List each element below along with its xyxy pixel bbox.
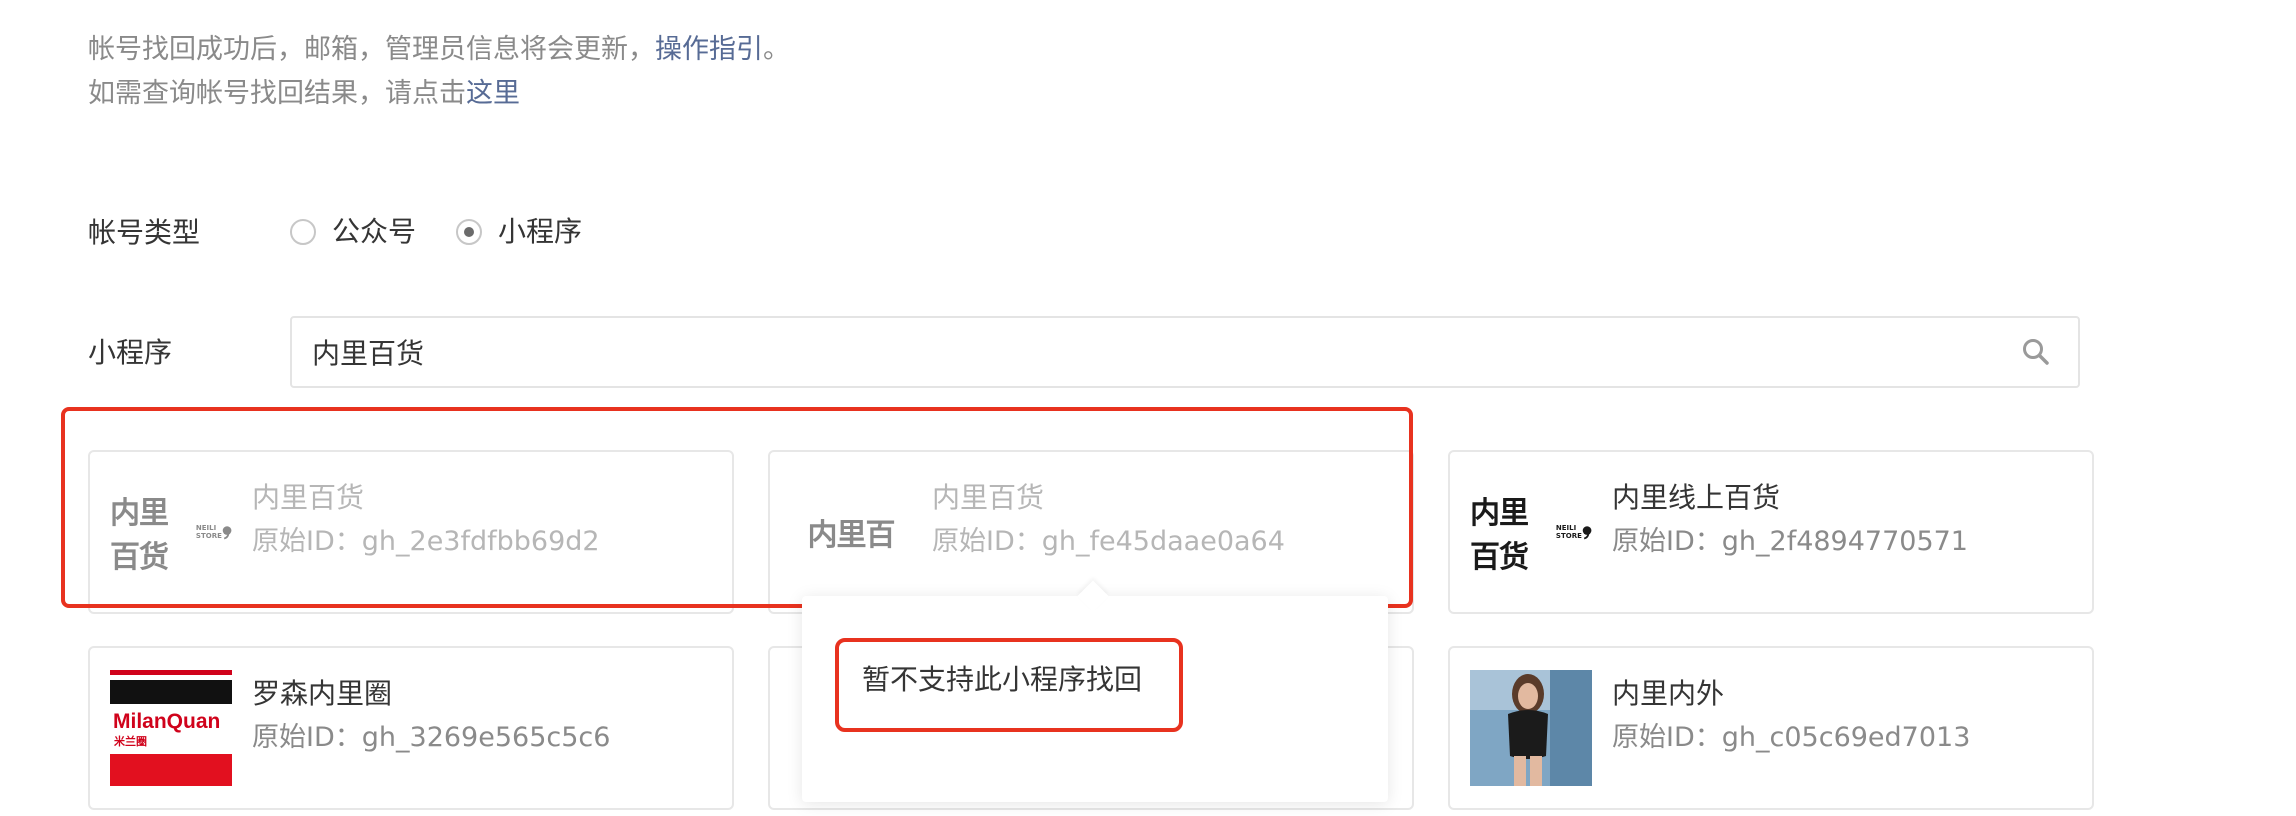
notice-line-2: 如需查询帐号找回结果，请点击这里	[88, 76, 520, 112]
result-id-value: gh_2e3fdfbb69d2	[361, 526, 600, 557]
logo-subtext: 米兰圈	[113, 734, 147, 748]
result-original-id: 原始ID：gh_2f4894770571	[1612, 524, 1968, 560]
radio-label-official-account: 公众号	[332, 215, 417, 248]
result-id-label: 原始ID：	[252, 526, 362, 557]
result-name: 内里百货	[252, 481, 365, 514]
miniprogram-search-input[interactable]	[292, 318, 2008, 386]
notice-line-1: 帐号找回成功后，邮箱，管理员信息将会更新，操作指引。	[88, 32, 790, 68]
result-card[interactable]: MilanQuan 米兰圈 罗森内里圈 原始ID：gh_3269e565c5c6	[88, 646, 734, 810]
unsupported-tooltip	[802, 596, 1388, 802]
logo-text: 内里百货	[1470, 496, 1529, 575]
radio-miniprogram[interactable]: 小程序	[456, 212, 582, 252]
radio-label-miniprogram: 小程序	[498, 215, 583, 248]
result-name: 内里内外	[1612, 677, 1725, 710]
neili-logo: 内里百	[790, 474, 912, 590]
milanquan-logo: MilanQuan 米兰圈	[110, 670, 232, 786]
miniprogram-search-box	[290, 316, 2080, 388]
notice-end: 。	[763, 34, 790, 65]
search-icon[interactable]	[2008, 324, 2064, 380]
query-result-link[interactable]: 这里	[466, 78, 520, 109]
comma-icon	[1582, 526, 1592, 540]
result-id-label: 原始ID：	[932, 526, 1042, 557]
comma-icon	[222, 526, 232, 540]
result-id-value: gh_fe45daae0a64	[1041, 526, 1285, 557]
result-card[interactable]: 内里内外 原始ID：gh_c05c69ed7013	[1448, 646, 2094, 810]
result-id-label: 原始ID：	[1612, 722, 1722, 753]
account-type-label: 帐号类型	[88, 216, 201, 249]
result-id-label: 原始ID：	[1612, 526, 1722, 557]
result-name: 内里线上百货	[1612, 481, 1781, 514]
tooltip-text: 暂不支持此小程序找回	[862, 663, 1143, 696]
result-original-id: 原始ID：gh_3269e565c5c6	[252, 720, 610, 756]
neili-store-logo: 内里百货 NEILI STORE	[1470, 474, 1592, 590]
guide-link[interactable]: 操作指引	[655, 34, 763, 65]
result-card[interactable]: 内里百货 NEILI STORE 内里线上百货 原始ID：gh_2f48947705…	[1448, 450, 2094, 614]
result-original-id: 原始ID：gh_fe45daae0a64	[932, 524, 1285, 560]
result-id-label: 原始ID：	[252, 722, 362, 753]
notice-text-2: 如需查询帐号找回结果，请点击	[88, 78, 466, 109]
model-photo	[1470, 670, 1592, 786]
result-name: 罗森内里圈	[252, 677, 393, 710]
miniprogram-label: 小程序	[88, 336, 173, 369]
logo-text: MilanQuan	[113, 710, 220, 733]
logo-text: 内里百	[807, 518, 896, 553]
radio-circle-unchecked[interactable]	[290, 219, 316, 245]
notice-text-1: 帐号找回成功后，邮箱，管理员信息将会更新，	[88, 34, 655, 65]
radio-circle-checked[interactable]	[456, 219, 483, 245]
result-id-value: gh_3269e565c5c6	[361, 722, 611, 753]
result-id-value: gh_c05c69ed7013	[1721, 722, 1971, 753]
result-name: 内里百货	[932, 481, 1045, 514]
result-original-id: 原始ID：gh_2e3fdfbb69d2	[252, 524, 600, 560]
result-original-id: 原始ID：gh_c05c69ed7013	[1612, 720, 1970, 756]
account-type-radio-group: 公众号 小程序	[290, 212, 622, 252]
radio-official-account[interactable]: 公众号	[290, 212, 416, 252]
result-card[interactable]: 内里百货 NEILI STORE 内里百货 原始ID：gh_2e3fdfbb69d2	[88, 450, 734, 614]
result-id-value: gh_2f4894770571	[1721, 526, 1968, 557]
logo-text: 内里百货	[110, 496, 169, 575]
recovery-page: 帐号找回成功后，邮箱，管理员信息将会更新，操作指引。 如需查询帐号找回结果，请点…	[0, 0, 2296, 816]
neili-store-logo: 内里百货 NEILI STORE	[110, 474, 232, 590]
